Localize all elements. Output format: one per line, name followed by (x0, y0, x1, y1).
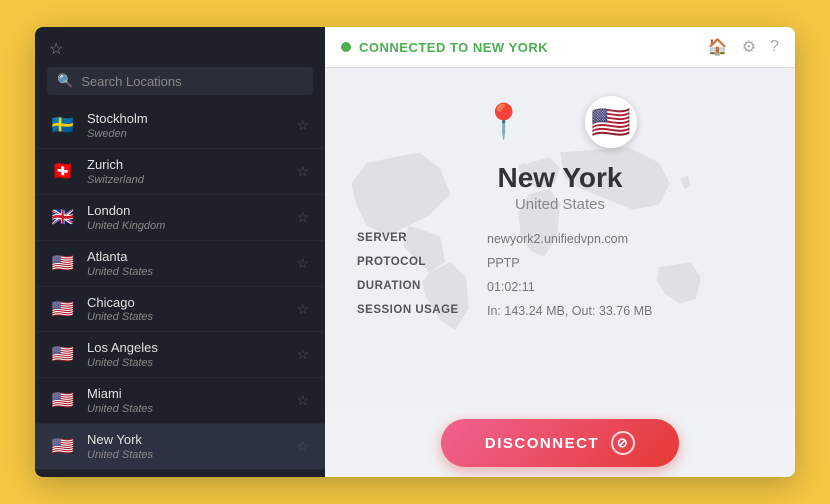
server-row: SERVER newyork2.unifiedvpn.com (357, 227, 763, 251)
home-icon[interactable]: 🏠 (708, 37, 728, 57)
top-bar: CONNECTED TO NEW YORK 🏠 ⚙ ? (325, 27, 795, 68)
country-label: United States (87, 266, 294, 278)
city-label: Chicago (87, 295, 294, 312)
list-item[interactable]: 🇺🇸 San Jose United States ☆ (35, 470, 325, 477)
location-pin-icon: 📍 (483, 102, 525, 142)
status-dot (341, 42, 351, 52)
location-text: Miami United States (87, 386, 294, 415)
city-label: New York (87, 432, 294, 449)
list-item[interactable]: 🇬🇧 London United Kingdom ☆ (35, 195, 325, 241)
favorite-star-button[interactable]: ☆ (294, 344, 311, 365)
location-text: Stockholm Sweden (87, 111, 294, 140)
location-text: New York United States (87, 432, 294, 461)
flag-circle: 🇺🇸 (49, 433, 77, 461)
bottom-bar: DISCONNECT ⊘ (325, 409, 795, 477)
country-label: United States (87, 357, 294, 369)
country-label: United States (87, 311, 294, 323)
session-label: SESSION USAGE (357, 304, 487, 318)
list-item[interactable]: 🇸🇪 Stockholm Sweden ☆ (35, 103, 325, 149)
favorite-star-button[interactable]: ☆ (294, 115, 311, 136)
location-name: New York (497, 162, 622, 194)
flag-circle: 🇨🇭 (49, 157, 77, 185)
flag-circle: 🇺🇸 (49, 341, 77, 369)
session-row: SESSION USAGE In: 143.24 MB, Out: 33.76 … (357, 299, 763, 323)
info-section: SERVER newyork2.unifiedvpn.com PROTOCOL … (325, 227, 795, 323)
location-text: Atlanta United States (87, 249, 294, 278)
sidebar-header: ☆ (35, 27, 325, 67)
favorites-icon[interactable]: ☆ (49, 39, 63, 59)
connected-status: CONNECTED TO NEW YORK (341, 40, 548, 55)
flag-circle: 🇺🇸 (49, 295, 77, 323)
city-label: Stockholm (87, 111, 294, 128)
server-label: SERVER (357, 232, 487, 246)
map-content: 📍 🇺🇸 New York United States SERVER newyo… (325, 68, 795, 409)
favorite-star-button[interactable]: ☆ (294, 161, 311, 182)
disconnect-circle-icon: ⊘ (611, 431, 635, 455)
protocol-row: PROTOCOL PPTP (357, 251, 763, 275)
protocol-value: PPTP (487, 256, 520, 270)
city-label: Los Angeles (87, 340, 294, 357)
country-label: United Kingdom (87, 220, 294, 232)
location-text: Los Angeles United States (87, 340, 294, 369)
location-list: 🇸🇪 Stockholm Sweden ☆ 🇨🇭 Zurich Switzerl… (35, 103, 325, 477)
list-item[interactable]: 🇺🇸 Los Angeles United States ☆ (35, 332, 325, 378)
gear-icon[interactable]: ⚙ (742, 37, 756, 57)
country-label: Sweden (87, 128, 294, 140)
country-label: Switzerland (87, 174, 294, 186)
location-country: United States (515, 196, 605, 213)
flag-circle: 🇺🇸 (49, 249, 77, 277)
connected-text: CONNECTED TO NEW YORK (359, 40, 548, 55)
search-icon: 🔍 (57, 73, 73, 89)
favorite-star-button[interactable]: ☆ (294, 390, 311, 411)
favorite-star-button[interactable]: ☆ (294, 253, 311, 274)
flag-circle: 🇺🇸 (49, 387, 77, 415)
map-icons-row: 📍 🇺🇸 (483, 96, 637, 148)
top-icons: 🏠 ⚙ ? (708, 37, 779, 57)
favorite-star-button[interactable]: ☆ (294, 299, 311, 320)
sidebar: ☆ 🔍 🇸🇪 Stockholm Sweden ☆ 🇨🇭 Zurich Swit… (35, 27, 325, 477)
country-label: United States (87, 403, 294, 415)
country-label: United States (87, 449, 294, 461)
location-text: Zurich Switzerland (87, 157, 294, 186)
favorite-star-button[interactable]: ☆ (294, 436, 311, 457)
city-label: Miami (87, 386, 294, 403)
flag-circle: 🇬🇧 (49, 203, 77, 231)
help-icon[interactable]: ? (770, 38, 779, 56)
disconnect-button[interactable]: DISCONNECT ⊘ (441, 419, 679, 467)
duration-label: DURATION (357, 280, 487, 294)
city-label: London (87, 203, 294, 220)
city-label: Zurich (87, 157, 294, 174)
flag-circle: 🇸🇪 (49, 111, 77, 139)
disconnect-label: DISCONNECT (485, 435, 599, 452)
main-panel: CONNECTED TO NEW YORK 🏠 ⚙ ? (325, 27, 795, 477)
list-item[interactable]: 🇨🇭 Zurich Switzerland ☆ (35, 149, 325, 195)
search-input[interactable] (81, 74, 303, 89)
server-value: newyork2.unifiedvpn.com (487, 232, 628, 246)
list-item[interactable]: 🇺🇸 Atlanta United States ☆ (35, 241, 325, 287)
list-item[interactable]: 🇺🇸 New York United States ☆ (35, 424, 325, 470)
location-text: London United Kingdom (87, 203, 294, 232)
app-window: ☆ 🔍 🇸🇪 Stockholm Sweden ☆ 🇨🇭 Zurich Swit… (35, 27, 795, 477)
list-item[interactable]: 🇺🇸 Chicago United States ☆ (35, 287, 325, 333)
search-bar: 🔍 (47, 67, 313, 95)
location-text: Chicago United States (87, 295, 294, 324)
flag-large: 🇺🇸 (585, 96, 637, 148)
favorite-star-button[interactable]: ☆ (294, 207, 311, 228)
map-area: 📍 🇺🇸 New York United States SERVER newyo… (325, 68, 795, 409)
list-item[interactable]: 🇺🇸 Miami United States ☆ (35, 378, 325, 424)
duration-value: 01:02:11 (487, 280, 535, 294)
duration-row: DURATION 01:02:11 (357, 275, 763, 299)
city-label: Atlanta (87, 249, 294, 266)
session-value: In: 143.24 MB, Out: 33.76 MB (487, 304, 652, 318)
protocol-label: PROTOCOL (357, 256, 487, 270)
